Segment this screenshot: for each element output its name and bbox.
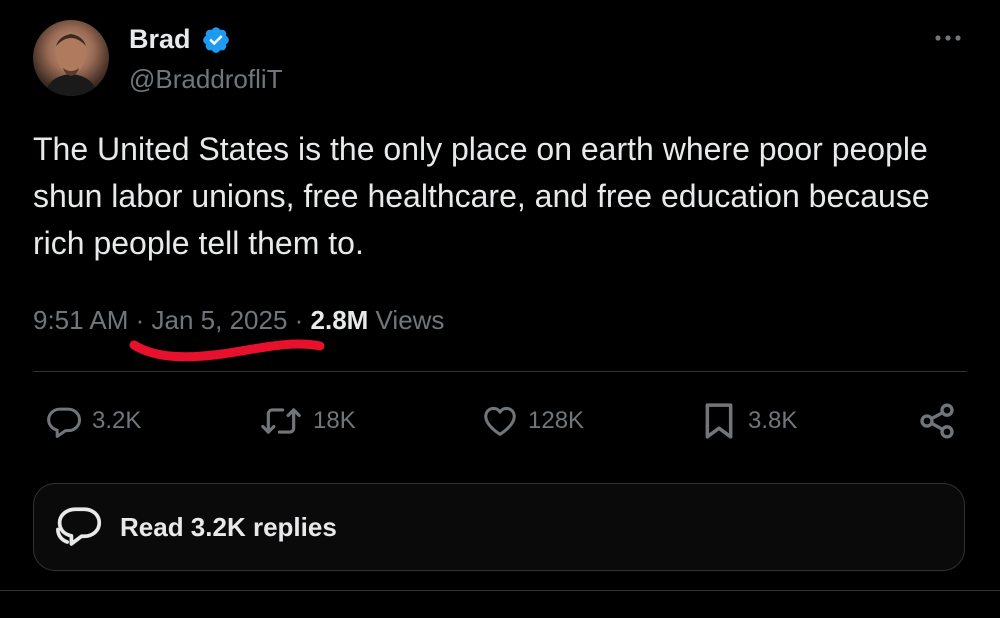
bookmark-button[interactable]: 3.8K <box>699 395 797 447</box>
like-count: 128K <box>528 407 585 434</box>
repost-count: 18K <box>313 407 356 434</box>
replies-bubble-icon <box>56 507 102 546</box>
author-avatar[interactable] <box>33 20 109 96</box>
like-button[interactable]: 128K <box>481 395 584 447</box>
read-replies-button[interactable]: Read 3.2K replies <box>33 483 965 571</box>
heart-icon <box>484 406 516 436</box>
views-label: Views <box>368 305 445 335</box>
author-name[interactable]: Brad <box>129 22 191 56</box>
tweet-time[interactable]: 9:51 AM <box>33 305 128 335</box>
reply-count: 3.2K <box>92 407 142 434</box>
avatar-portrait <box>45 34 97 96</box>
red-underline-annotation <box>129 339 325 362</box>
tweet-card: Brad @BraddrofliT The United States is t… <box>0 0 1000 618</box>
bookmark-icon <box>705 403 733 439</box>
verified-badge-icon <box>203 27 229 53</box>
bottom-divider <box>0 590 1000 591</box>
read-replies-label: Read 3.2K replies <box>120 511 337 542</box>
repost-arrows-icon <box>261 408 301 434</box>
share-button[interactable] <box>917 395 957 447</box>
author-handle[interactable]: @BraddrofliT <box>129 62 283 96</box>
more-dots-icon <box>935 35 961 41</box>
repost-button[interactable]: 18K <box>258 395 356 447</box>
action-bar: 3.2K 18K 128K 3.8K <box>0 395 1000 447</box>
bookmark-count: 3.8K <box>748 407 798 434</box>
divider <box>33 371 967 372</box>
reply-button[interactable]: 3.2K <box>45 395 141 447</box>
tweet-text: The United States is the only place on e… <box>33 131 930 261</box>
reply-bubble-icon <box>47 407 82 438</box>
share-icon <box>920 403 954 439</box>
more-options-button[interactable] <box>930 24 966 52</box>
